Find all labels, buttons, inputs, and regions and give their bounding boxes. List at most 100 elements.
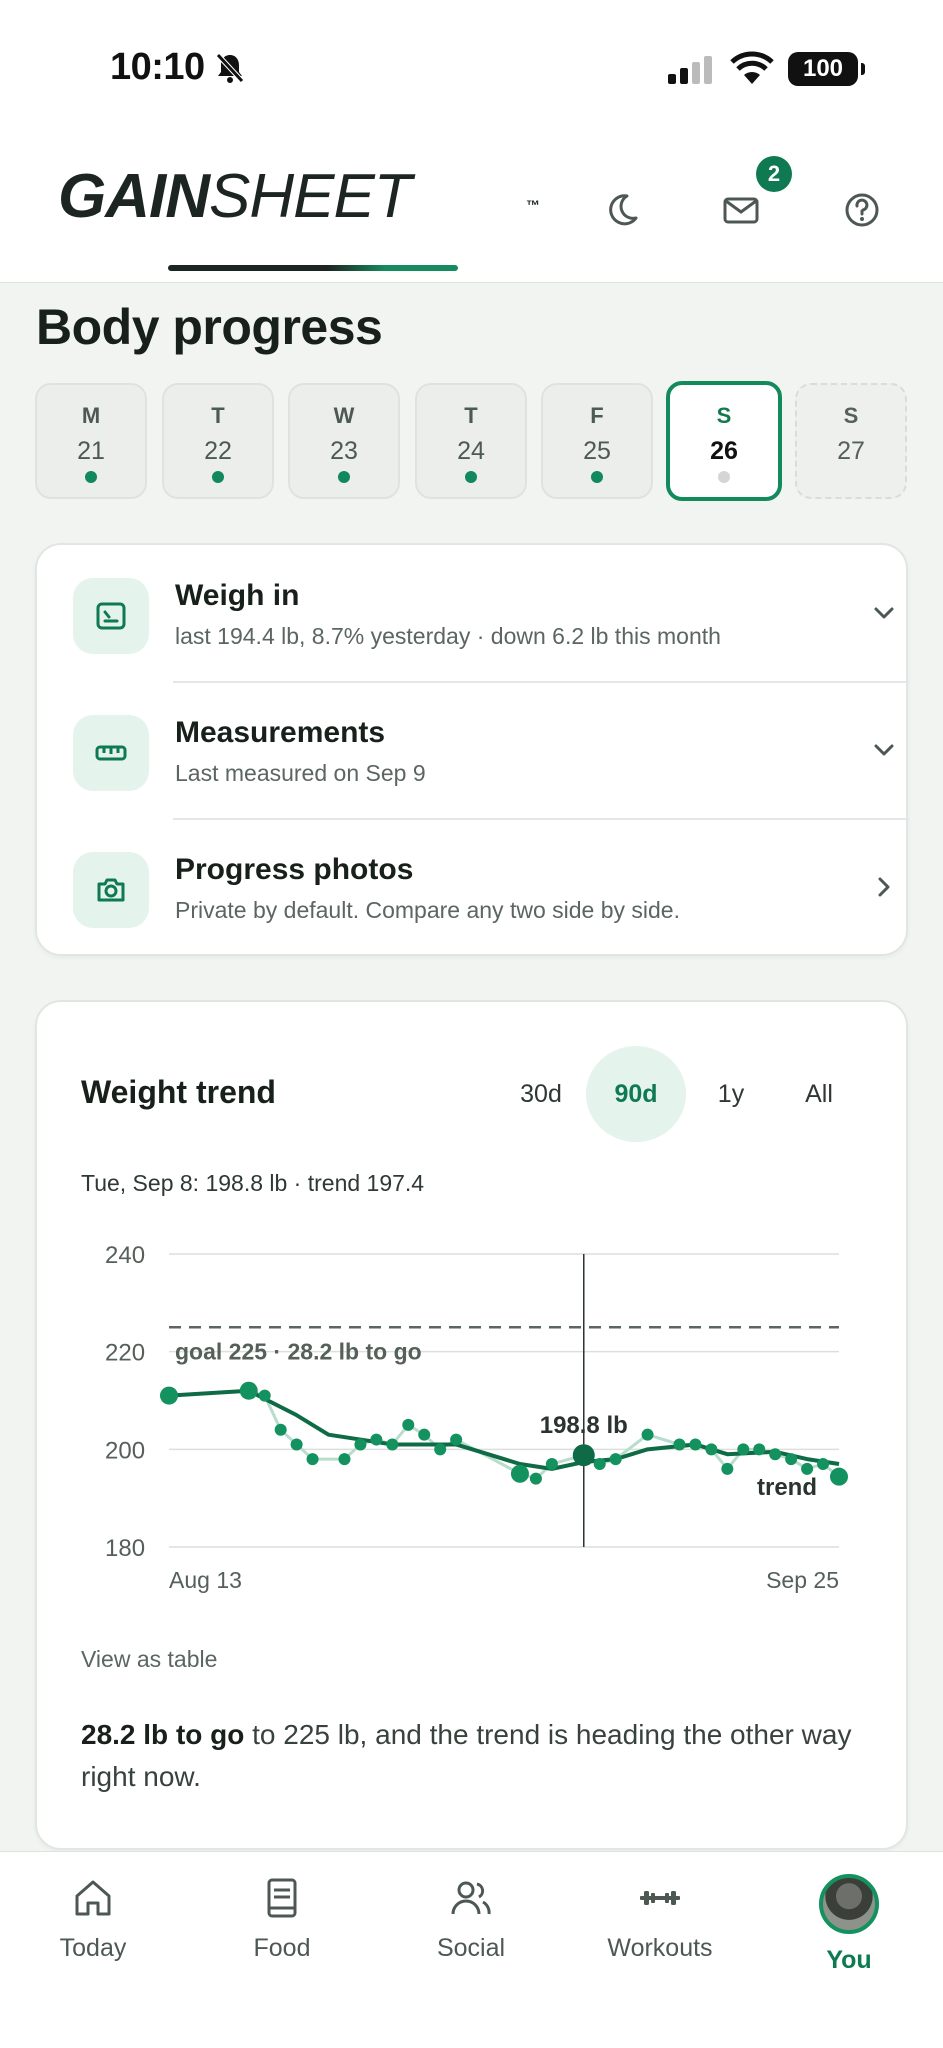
day-sat-26-selected[interactable]: S 26 <box>666 381 782 501</box>
weight-point <box>830 1467 848 1486</box>
chevron-right-icon <box>871 874 897 905</box>
day-number: 26 <box>710 437 738 465</box>
camera-icon <box>73 852 149 928</box>
logo-underline <box>168 265 458 271</box>
y-tick-label: 200 <box>105 1437 145 1464</box>
app-header: GAINSHEET ™ 2 <box>0 130 943 283</box>
weight-point <box>785 1453 798 1466</box>
weight-point <box>673 1438 686 1451</box>
goal-label: goal 225 · 28.2 lb to go <box>175 1338 422 1364</box>
summary-highlight: 28.2 lb to go <box>81 1719 245 1750</box>
trend-label: trend <box>757 1474 817 1501</box>
weight-point <box>510 1464 529 1483</box>
weigh-in-row[interactable]: Weigh in last 194.4 lb, 8.7% yesterday ·… <box>37 545 910 682</box>
y-tick-label: 220 <box>105 1340 145 1367</box>
weight-point <box>450 1433 463 1446</box>
day-tue-22[interactable]: T 22 <box>162 383 274 499</box>
cursor-label: 198.8 lb <box>540 1412 628 1439</box>
weight-point <box>290 1438 303 1451</box>
weight-chart[interactable]: 240 220 200 180 goal 225 · 28.2 lb to go 198.… <box>37 1002 910 1702</box>
nav-social[interactable]: Social <box>396 1874 546 1963</box>
nav-label: Food <box>253 1934 311 1962</box>
day-number: 24 <box>457 437 485 465</box>
weight-point <box>609 1453 622 1466</box>
mail-icon[interactable] <box>720 188 764 232</box>
weight-trend-card: Weight trend 30d 90d 1y All Tue, Sep 8: … <box>35 1000 908 1850</box>
y-tick-label: 240 <box>105 1242 145 1269</box>
weight-chart-svg[interactable]: 240 220 200 180 goal 225 · 28.2 lb to go 198.… <box>37 1002 910 1702</box>
help-icon[interactable] <box>840 188 884 232</box>
avatar <box>819 1874 879 1934</box>
day-letter: S <box>716 403 732 428</box>
gainsheet-logo[interactable]: GAINSHEET ™ <box>58 162 558 271</box>
logo-word-gain: GAIN <box>58 162 210 231</box>
weight-point <box>705 1443 718 1456</box>
day-number: 27 <box>837 437 865 465</box>
status-bar: 10:10 100 <box>0 0 943 130</box>
measurements-subtitle: Last measured on Sep 9 <box>175 760 426 786</box>
day-fri-25[interactable]: F 25 <box>541 383 653 499</box>
weight-point <box>258 1389 271 1402</box>
day-sun-27: S 27 <box>795 383 907 499</box>
measurements-row[interactable]: Measurements Last measured on Sep 9 <box>37 682 910 819</box>
people-icon <box>451 1881 491 1915</box>
weight-point <box>306 1453 319 1466</box>
day-number: 22 <box>204 437 232 465</box>
cursor-point <box>572 1444 595 1467</box>
home-icon <box>75 1880 111 1916</box>
signal-icon <box>668 56 716 89</box>
weight-point <box>386 1438 399 1451</box>
weight-point <box>402 1418 415 1431</box>
x-tick-label: Aug 13 <box>169 1567 242 1593</box>
weight-point <box>769 1448 782 1461</box>
mail-badge: 2 <box>756 156 792 192</box>
scale-icon <box>73 578 149 654</box>
day-letter: F <box>590 403 604 428</box>
weight-point <box>338 1453 351 1466</box>
book-icon <box>267 1878 297 1918</box>
weight-point <box>418 1428 431 1441</box>
weight-point <box>274 1423 287 1436</box>
day-thu-24[interactable]: T 24 <box>415 383 527 499</box>
chevron-down-icon <box>871 737 897 768</box>
nav-food[interactable]: Food <box>207 1874 357 1963</box>
goal-summary: 28.2 lb to go to 225 lb, and the trend i… <box>81 1714 871 1798</box>
logged-dot <box>85 471 97 483</box>
day-letter: T <box>211 403 225 428</box>
day-wed-23[interactable]: W 23 <box>288 383 400 499</box>
wifi-icon <box>730 50 774 91</box>
logged-dot <box>212 471 224 483</box>
dumbbell-icon <box>640 1891 680 1905</box>
page-title: Body progress <box>36 299 383 355</box>
nav-workouts[interactable]: Workouts <box>585 1874 735 1963</box>
weight-series-line <box>168 1389 840 1481</box>
ruler-icon <box>73 715 149 791</box>
weight-point <box>239 1381 258 1400</box>
logged-dot <box>338 471 350 483</box>
weight-point <box>370 1433 383 1446</box>
view-as-table-link[interactable]: View as table <box>81 1646 217 1673</box>
logo-word-sheet: SHEET <box>209 162 412 231</box>
nav-you[interactable]: You <box>774 1874 924 1975</box>
day-letter: M <box>81 403 101 428</box>
weight-point <box>641 1428 654 1441</box>
weight-point <box>545 1457 558 1470</box>
nav-today[interactable]: Today <box>18 1874 168 1963</box>
bottom-nav: Today Food Social Workouts You <box>0 1851 943 2048</box>
logo-trademark: ™ <box>526 197 540 213</box>
weight-point <box>529 1472 542 1485</box>
day-letter: T <box>464 403 478 428</box>
bell-off-icon <box>215 52 245 89</box>
logged-dot <box>591 471 603 483</box>
nav-label: You <box>826 1946 872 1974</box>
logged-dot <box>465 471 477 483</box>
weight-point <box>721 1462 734 1475</box>
unlogged-dot <box>718 471 730 483</box>
moon-icon[interactable] <box>600 188 644 232</box>
battery-indicator: 100 <box>788 52 865 86</box>
day-mon-21[interactable]: M 21 <box>35 383 147 499</box>
progress-photos-subtitle: Private by default. Compare any two side… <box>175 897 680 923</box>
weigh-in-title: Weigh in <box>175 579 300 612</box>
chevron-down-icon <box>871 600 897 631</box>
progress-photos-row[interactable]: Progress photos Private by default. Comp… <box>37 819 910 956</box>
